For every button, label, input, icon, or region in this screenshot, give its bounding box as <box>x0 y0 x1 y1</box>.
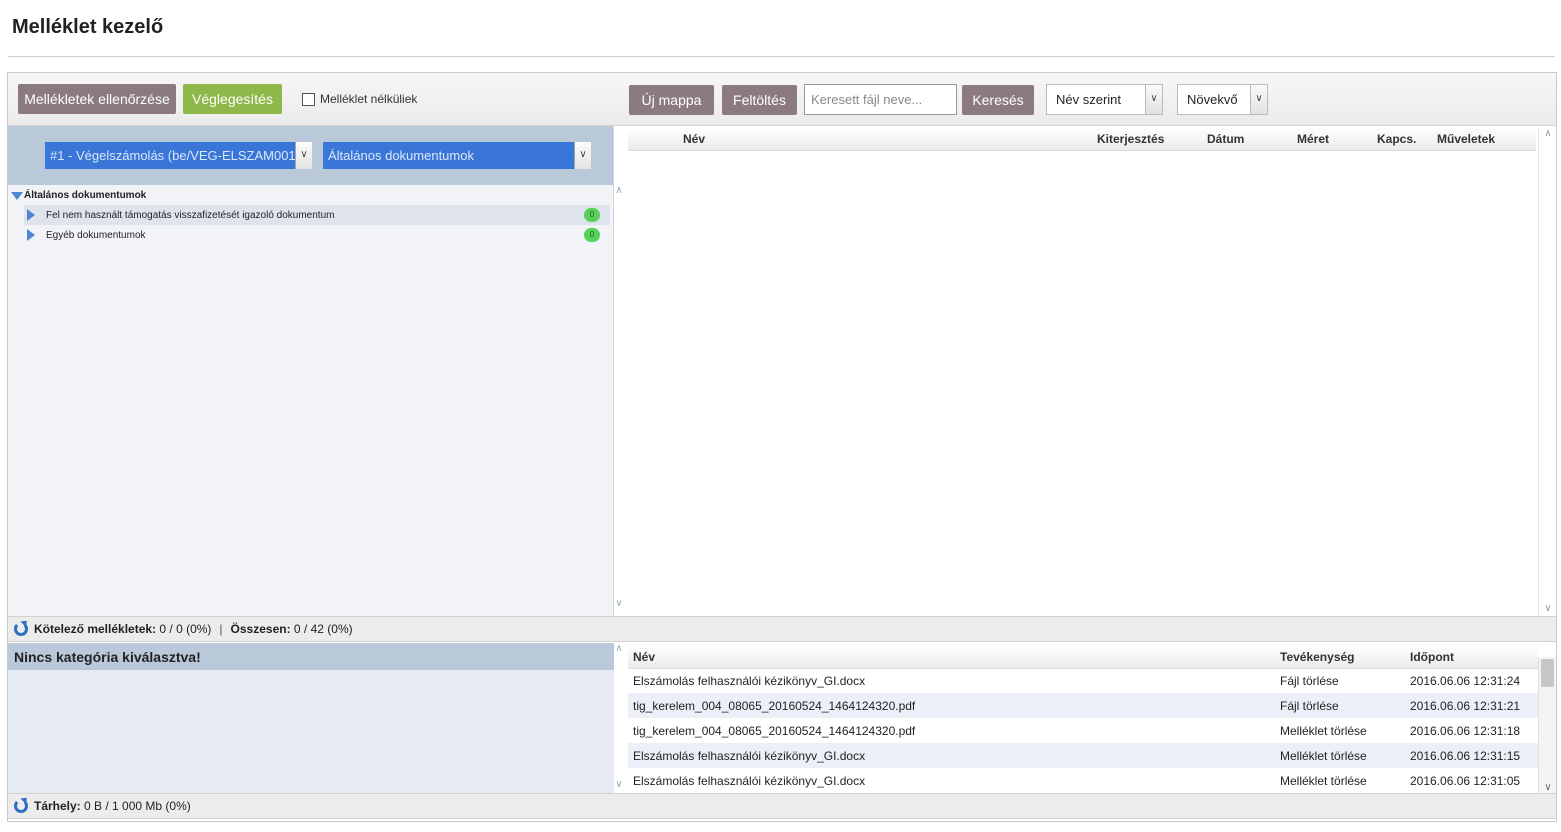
log-column-name: Név <box>633 650 656 664</box>
log-file-name: Elszámolás felhasználói kézikönyv_GI.doc… <box>633 774 866 788</box>
finalize-button[interactable]: Véglegesítés <box>183 84 282 114</box>
chevron-down-icon: ∨ <box>1250 85 1267 114</box>
log-action: Fájl törlése <box>1280 674 1339 688</box>
status-separator: | <box>219 622 223 636</box>
category-tree: Általános dokumentumok Fel nem használt … <box>8 185 623 616</box>
scroll-down-icon[interactable]: ∨ <box>1539 782 1557 793</box>
category-panel: #1 - Végelszámolás (be/VEG-ELSZAM001/0 ∨… <box>8 126 623 616</box>
title-divider <box>8 56 1555 57</box>
sort-field-select[interactable]: Név szerint ∨ <box>1046 84 1163 115</box>
log-action: Fájl törlése <box>1280 699 1339 713</box>
log-row: Elszámolás felhasználói kézikönyv_GI.doc… <box>628 668 1538 693</box>
log-row: tig_kerelem_004_08065_20160524_146412432… <box>628 693 1538 718</box>
log-file-name: tig_kerelem_004_08065_20160524_146412432… <box>633 724 916 738</box>
no-attachment-filter[interactable]: Melléklet nélküliek <box>302 92 417 106</box>
scrollbar-thumb[interactable] <box>1541 659 1554 687</box>
log-header: Név Tevékenység Időpont <box>628 643 1538 669</box>
refresh-icon[interactable] <box>14 622 28 636</box>
count-badge: 0 <box>584 228 600 242</box>
log-scrollbar[interactable]: ∨ <box>1538 657 1556 793</box>
log-file-name: tig_kerelem_004_08065_20160524_146412432… <box>633 699 916 713</box>
log-time: 2016.06.06 12:31:18 <box>1410 724 1521 738</box>
log-time: 2016.06.06 12:31:24 <box>1410 674 1521 688</box>
activity-log: Név Tevékenység Időpont Elszámolás felha… <box>628 643 1556 793</box>
chevron-down-icon: ∨ <box>295 142 312 169</box>
column-actions: Műveletek <box>1437 132 1496 146</box>
file-search-input[interactable]: Keresett fájl neve... <box>804 84 957 115</box>
column-date[interactable]: Dátum <box>1207 132 1244 146</box>
file-grid-header: Név Kiterjesztés Dátum Méret Kapcs. Műve… <box>628 126 1536 151</box>
file-grid-scrollbar[interactable]: ∧ ∨ <box>1538 126 1556 616</box>
tree-root[interactable]: Általános dokumentumok <box>11 190 146 201</box>
log-column-time: Időpont <box>1410 650 1454 664</box>
required-value: 0 / 0 (0%) <box>159 622 212 636</box>
tree-item-label: Egyéb dokumentumok <box>46 229 146 241</box>
scroll-down-icon[interactable]: ∨ <box>1539 603 1557 614</box>
sort-order-value: Növekvő <box>1187 92 1238 107</box>
column-extension[interactable]: Kiterjesztés <box>1097 132 1164 146</box>
check-attachments-button[interactable]: Mellékletek ellenőrzése <box>18 84 176 114</box>
log-row: Elszámolás felhasználói kézikönyv_GI.doc… <box>628 768 1538 793</box>
category-select[interactable]: Általános dokumentumok ∨ <box>323 142 591 169</box>
required-label: Kötelező mellékletek: <box>34 622 157 636</box>
category-details: Nincs kategória kiválasztva! ∧ ∨ <box>8 643 623 793</box>
log-action: Melléklet törlése <box>1280 774 1367 788</box>
storage-status-bar: Tárhely: 0 B / 1 000 Mb (0%) <box>8 793 1556 819</box>
new-folder-button[interactable]: Új mappa <box>629 85 714 115</box>
column-size[interactable]: Méret <box>1297 132 1329 146</box>
no-category-message: Nincs kategória kiválasztva! <box>8 643 614 670</box>
scroll-down-icon[interactable]: ∨ <box>613 779 625 790</box>
category-selectors: #1 - Végelszámolás (be/VEG-ELSZAM001/0 ∨… <box>8 126 613 185</box>
log-row: tig_kerelem_004_08065_20160524_146412432… <box>628 718 1538 743</box>
tree-item[interactable]: Fel nem használt támogatás visszafizetés… <box>24 205 610 225</box>
scroll-up-icon[interactable]: ∧ <box>1539 128 1557 139</box>
upload-button[interactable]: Feltöltés <box>722 85 797 115</box>
column-name[interactable]: Név <box>683 132 705 146</box>
log-row: Elszámolás felhasználói kézikönyv_GI.doc… <box>628 743 1538 768</box>
triangle-right-icon[interactable] <box>27 229 35 241</box>
search-button[interactable]: Keresés <box>962 85 1034 115</box>
tree-item-label: Fel nem használt támogatás visszafizetés… <box>46 209 335 221</box>
scroll-up-icon[interactable]: ∧ <box>613 643 625 654</box>
log-column-action: Tevékenység <box>1280 650 1355 664</box>
attachment-status-bar: Kötelező mellékletek: 0 / 0 (0%) | Össze… <box>8 616 1556 642</box>
total-value: 0 / 42 (0%) <box>293 622 353 636</box>
log-action: Melléklet törlése <box>1280 749 1367 763</box>
settlement-select-value: #1 - Végelszámolás (be/VEG-ELSZAM001/0 <box>50 148 307 163</box>
tree-root-label: Általános dokumentumok <box>24 190 147 201</box>
log-file-name: Elszámolás felhasználói kézikönyv_GI.doc… <box>633 749 866 763</box>
sort-field-value: Név szerint <box>1056 92 1122 107</box>
tree-item[interactable]: Egyéb dokumentumok 0 <box>24 225 610 245</box>
toolbar: Mellékletek ellenőrzése Véglegesítés Mel… <box>8 73 1556 126</box>
page-title: Melléklet kezelő <box>12 16 164 38</box>
triangle-down-icon[interactable] <box>11 191 23 200</box>
sort-order-select[interactable]: Növekvő ∨ <box>1177 84 1268 115</box>
storage-value: 0 B / 1 000 Mb (0%) <box>84 799 191 813</box>
checkbox-icon[interactable] <box>302 92 315 106</box>
log-time: 2016.06.06 12:31:15 <box>1410 749 1521 763</box>
count-badge: 0 <box>584 208 600 222</box>
log-action: Melléklet törlése <box>1280 724 1367 738</box>
category-select-value: Általános dokumentumok <box>328 148 474 163</box>
settlement-select[interactable]: #1 - Végelszámolás (be/VEG-ELSZAM001/0 ∨ <box>45 142 312 169</box>
storage-label: Tárhely: <box>34 799 81 813</box>
refresh-icon[interactable] <box>14 799 28 813</box>
no-attachment-label: Melléklet nélküliek <box>320 92 418 106</box>
file-grid: Név Kiterjesztés Dátum Méret Kapcs. Műve… <box>628 126 1556 616</box>
chevron-down-icon: ∨ <box>1145 85 1162 114</box>
log-file-name: Elszámolás felhasználói kézikönyv_GI.doc… <box>633 674 866 688</box>
scroll-down-icon[interactable]: ∨ <box>613 598 625 609</box>
attachment-manager: Mellékletek ellenőrzése Véglegesítés Mel… <box>7 72 1557 822</box>
chevron-down-icon: ∨ <box>574 142 591 169</box>
scroll-up-icon[interactable]: ∧ <box>613 185 625 196</box>
log-time: 2016.06.06 12:31:21 <box>1410 699 1521 713</box>
total-label: Összesen: <box>230 622 291 636</box>
log-time: 2016.06.06 12:31:05 <box>1410 774 1521 788</box>
column-links[interactable]: Kapcs. <box>1377 132 1416 146</box>
triangle-right-icon[interactable] <box>27 209 35 221</box>
